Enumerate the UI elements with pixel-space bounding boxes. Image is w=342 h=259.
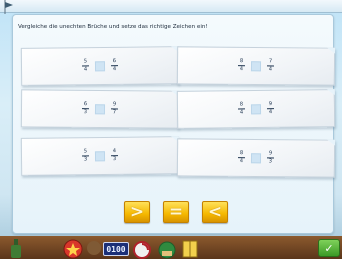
fraction-right: 43 — [110, 148, 119, 163]
answer-slot[interactable] — [94, 150, 106, 162]
fraction-left: 84 — [237, 58, 246, 73]
fraction-left: 84 — [237, 101, 246, 116]
fraction-card-1: 54 64 — [20, 46, 180, 86]
dots-icon — [87, 241, 101, 255]
book-icon[interactable] — [180, 238, 200, 259]
equal-button[interactable]: = — [163, 201, 189, 223]
helmet-icon[interactable] — [156, 239, 178, 259]
fraction-left: 54 — [81, 58, 90, 73]
answer-slot[interactable] — [250, 103, 262, 115]
fraction-card-3: 63 97 — [20, 89, 180, 129]
fraction-right: 94 — [266, 101, 275, 116]
fraction-left: 63 — [81, 101, 90, 116]
answer-slot[interactable] — [94, 103, 106, 115]
stop-icon[interactable] — [62, 238, 84, 259]
fraction-card-2: 84 74 — [176, 46, 336, 86]
bottle-icon[interactable] — [6, 237, 28, 259]
fraction-left: 84 — [237, 150, 246, 165]
fraction-right: 97 — [110, 101, 119, 116]
fraction-right: 93 — [266, 150, 275, 165]
fraction-right: 74 — [266, 58, 275, 73]
less-than-button[interactable]: < — [202, 201, 228, 223]
fraction-right: 64 — [110, 58, 119, 73]
fraction-card-6: 84 93 — [176, 138, 336, 178]
fraction-left: 53 — [81, 148, 90, 163]
refresh-icon[interactable] — [131, 239, 153, 259]
greater-than-button[interactable]: > — [124, 201, 150, 223]
title-strip — [0, 0, 342, 13]
fraction-card-5: 53 43 — [20, 136, 180, 176]
flag-icon — [4, 0, 13, 14]
answer-slot[interactable] — [250, 152, 262, 164]
check-icon[interactable]: ✓ — [318, 239, 340, 257]
answer-slot[interactable] — [250, 60, 262, 72]
counter-display: 0100 — [103, 242, 129, 256]
answer-slot[interactable] — [94, 60, 106, 72]
instruction-text: Vergleiche die unechten Brüche und setze… — [18, 24, 208, 30]
fraction-card-4: 84 94 — [176, 89, 336, 129]
